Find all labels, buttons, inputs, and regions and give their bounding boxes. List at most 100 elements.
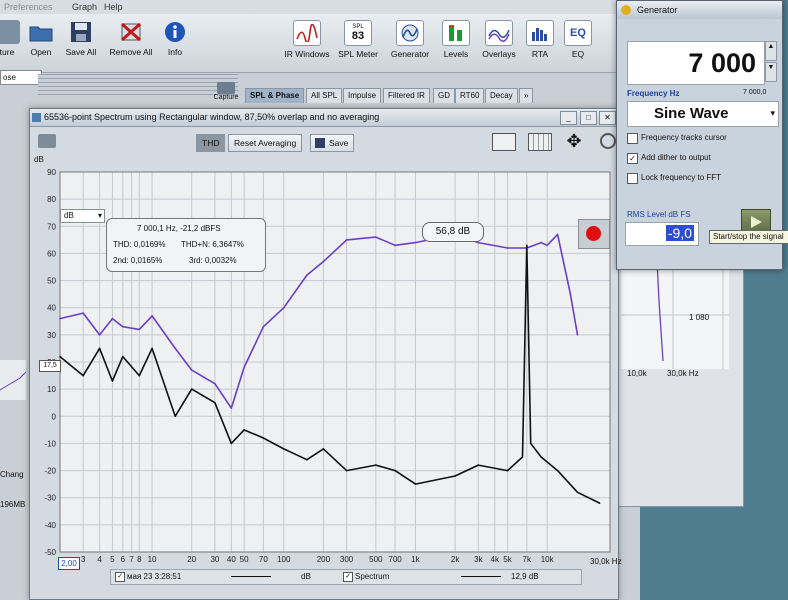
camera-icon — [217, 82, 235, 94]
series-point — [174, 347, 177, 350]
series-point — [82, 374, 84, 377]
unit-dropdown[interactable]: dB ▾ — [60, 209, 105, 223]
series-point — [98, 347, 101, 350]
h2-value: 2nd: 0,0165% — [113, 256, 163, 265]
series-point — [414, 241, 417, 244]
generator-title: Generator — [637, 5, 678, 15]
rms-level-input[interactable]: -9,0 — [625, 222, 699, 246]
frequency-input[interactable]: 7 000 — [627, 41, 765, 85]
legend-checkbox-1[interactable]: ✓ — [115, 572, 125, 582]
chevron-down-icon: ▾ — [770, 108, 775, 118]
legend-checkbox-2[interactable]: ✓ — [343, 572, 353, 582]
capture-small-button[interactable]: Capture — [210, 82, 242, 104]
x-tick-label: 4k — [491, 555, 500, 564]
close-button[interactable]: ✕ — [599, 111, 616, 125]
settings-gear-icon[interactable] — [600, 133, 616, 149]
maximize-button[interactable]: □ — [580, 111, 597, 125]
x-tick-label: 100 — [277, 555, 291, 564]
series-point — [477, 241, 480, 244]
save-button[interactable]: Save — [310, 134, 355, 152]
main-toolbar: ture Open Save All Remove All Info IR Wi… — [0, 14, 640, 73]
series-point — [151, 315, 153, 317]
x-tick-label: 7 — [129, 555, 134, 564]
series-point — [282, 448, 285, 450]
y-tick-label: 10 — [47, 385, 56, 394]
series-point — [556, 233, 559, 236]
series-point — [262, 437, 265, 439]
series-point — [111, 317, 114, 320]
series-point — [138, 328, 141, 331]
menu-help[interactable]: Help — [104, 2, 123, 12]
change-label: Chang — [0, 470, 24, 479]
thd-button[interactable]: THD — [196, 134, 226, 152]
series-point — [190, 388, 193, 390]
camera-icon[interactable] — [38, 134, 56, 148]
spectrum-titlebar: 65536-point Spectrum using Rectangular w… — [30, 109, 618, 127]
series-point — [243, 366, 245, 369]
tab-spl-phase[interactable]: SPL & Phase — [245, 88, 305, 103]
checkbox-frequency-tracks-cursor[interactable] — [627, 133, 638, 144]
folder-icon — [28, 20, 54, 44]
bg-graph-xlab1: 10,0k — [627, 369, 647, 378]
bg-graph-label: 1 080 — [689, 313, 710, 322]
series-point — [306, 458, 308, 461]
series-point — [546, 244, 548, 247]
x-tick-label: 500 — [369, 555, 383, 564]
overlays-button[interactable]: Overlays — [475, 20, 523, 59]
legend-line-1 — [231, 576, 271, 577]
frequency-up-button[interactable]: ▲ — [765, 41, 777, 61]
x-tick-label: 200 — [317, 555, 331, 564]
eq-button[interactable]: EQ EQ — [556, 20, 600, 59]
series-point — [454, 475, 456, 477]
ir-windows-button[interactable]: IR Windows — [283, 20, 331, 59]
checkbox-add-dither[interactable]: ✓ — [627, 153, 638, 164]
series-point — [375, 236, 377, 238]
left-dropdown[interactable]: ose — [0, 70, 42, 85]
info-button[interactable]: Info — [152, 20, 198, 57]
tab-decay[interactable]: Decay — [485, 88, 518, 103]
grid-icon[interactable] — [528, 133, 552, 151]
checkbox-lock-frequency[interactable] — [627, 173, 638, 184]
tab-rt60[interactable]: RT60 — [455, 88, 485, 103]
tab-gd[interactable]: GD — [433, 88, 455, 103]
checkbox-label-2: Add dither to output — [641, 153, 711, 162]
waveform-select[interactable]: Sine Wave ▾ — [627, 101, 779, 127]
spl-meter-button[interactable]: SPL 83 SPL Meter — [336, 20, 380, 59]
series-point — [598, 502, 601, 504]
series-point — [525, 244, 528, 247]
y-tick-label: -30 — [44, 494, 56, 503]
series-point — [174, 415, 177, 418]
series-point — [306, 274, 308, 276]
tab-impulse[interactable]: Impulse — [343, 88, 382, 103]
series-point — [59, 355, 61, 358]
legend-unit: dB — [301, 572, 311, 581]
reset-averaging-button[interactable]: Reset Averaging — [228, 134, 303, 152]
save-all-button[interactable]: Save All — [58, 20, 104, 57]
menu-graph[interactable]: Graph — [72, 2, 97, 12]
menu-preferences[interactable]: Preferences — [4, 2, 53, 12]
zoom-arrows-icon[interactable]: ✥ — [562, 131, 586, 151]
y-tick-label: 40 — [47, 304, 56, 313]
x-tick-label: 40 — [227, 555, 236, 564]
thd-readout: 7 000,1 Hz, -21,2 dBFS THD: 0,0169% THD+… — [106, 218, 266, 272]
thd-value: THD: 0,0169% — [113, 240, 166, 249]
minimize-button[interactable]: _ — [560, 111, 577, 125]
generator-button[interactable]: Generator — [387, 20, 433, 59]
series-line-black — [59, 244, 600, 504]
tab-filtered-ir[interactable]: Filtered IR — [383, 88, 430, 103]
remove-all-button[interactable]: Remove All — [108, 20, 154, 57]
legend-timestamp: мая 23 3:28:51 — [127, 572, 182, 581]
levels-button[interactable]: Levels — [434, 20, 478, 59]
app-icon — [32, 113, 41, 122]
series-point — [576, 491, 579, 494]
x-tick-label: 50 — [240, 555, 249, 564]
tab-more[interactable]: » — [519, 88, 534, 103]
frequency-down-button[interactable]: ▼ — [765, 62, 777, 82]
x-tick-label: 70 — [259, 555, 268, 564]
x-tick-label: 20 — [187, 555, 196, 564]
fit-icon[interactable] — [492, 133, 516, 151]
record-button[interactable] — [578, 219, 610, 249]
tab-all-spl[interactable]: All SPL — [306, 88, 343, 103]
series-point — [576, 334, 579, 336]
x-start-field[interactable]: 2,00 — [58, 557, 80, 570]
